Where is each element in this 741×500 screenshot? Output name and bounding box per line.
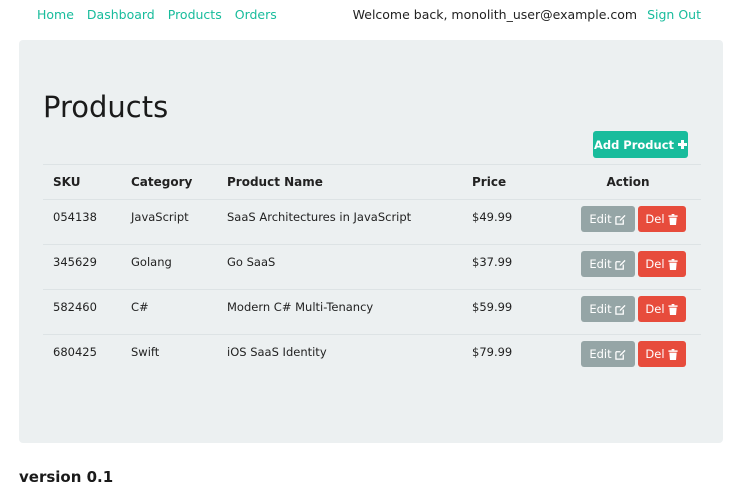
- table-row: 680425 Swift iOS SaaS Identity $79.99 Ed…: [43, 335, 701, 380]
- add-product-button[interactable]: Add Product: [593, 131, 688, 158]
- cell-category: Swift: [131, 345, 160, 359]
- trash-icon: [667, 213, 678, 225]
- edit-label: Edit: [589, 347, 612, 361]
- cell-sku: 582460: [43, 289, 121, 335]
- cell-category: JavaScript: [121, 199, 217, 245]
- version-label: version 0.1: [19, 468, 114, 486]
- products-table: SKU Category Product Name Price Action 0…: [43, 164, 701, 380]
- cell-product-name: SaaS Architectures in JavaScript: [217, 199, 462, 245]
- nav-link-products[interactable]: Products: [168, 7, 222, 22]
- cell-product-name: iOS SaaS Identity: [227, 345, 327, 359]
- header-category: Category: [121, 164, 217, 200]
- header-sku: SKU: [43, 164, 121, 200]
- edit-label: Edit: [589, 212, 612, 226]
- edit-button[interactable]: Edit: [580, 296, 635, 322]
- trash-icon: [667, 258, 678, 270]
- cell-price: $37.99: [462, 244, 555, 290]
- nav-link-dashboard[interactable]: Dashboard: [87, 7, 155, 22]
- table-row: 345629 Golang Go SaaS $37.99 Edit Del: [43, 244, 701, 290]
- edit-icon: [614, 304, 626, 315]
- products-panel: Products Add Product SKU Category Produc…: [19, 40, 723, 443]
- header-product-name: Product Name: [217, 164, 462, 200]
- delete-button[interactable]: Del: [637, 296, 686, 322]
- trash-icon: [667, 303, 678, 315]
- header-action: Action: [555, 164, 701, 200]
- top-navbar: Home Dashboard Products Orders Welcome b…: [0, 0, 741, 28]
- cell-price: $79.99: [472, 345, 513, 359]
- cell-sku: 680425: [53, 345, 97, 359]
- table-row: 582460 C# Modern C# Multi-Tenancy $59.99…: [43, 289, 701, 335]
- trash-icon: [667, 348, 678, 360]
- welcome-text: Welcome back, monolith_user@example.com: [352, 7, 638, 22]
- delete-label: Del: [645, 257, 665, 271]
- cell-product-name: Go SaaS: [217, 244, 462, 290]
- delete-label: Del: [645, 212, 665, 226]
- edit-button[interactable]: Edit: [580, 251, 635, 277]
- cell-price: $59.99: [462, 289, 555, 335]
- cell-action: Edit Del: [555, 199, 701, 245]
- header-price: Price: [462, 164, 555, 200]
- cell-sku: 345629: [43, 244, 121, 290]
- table-header-row: SKU Category Product Name Price Action: [43, 164, 701, 200]
- delete-button[interactable]: Del: [637, 206, 686, 232]
- edit-label: Edit: [589, 257, 612, 271]
- edit-icon: [614, 214, 626, 225]
- cell-action: Edit Del: [555, 244, 701, 290]
- edit-button[interactable]: Edit: [580, 341, 635, 367]
- edit-button[interactable]: Edit: [580, 206, 635, 232]
- page-title: Products: [43, 90, 169, 124]
- edit-icon: [614, 259, 626, 270]
- cell-action: Edit Del: [555, 289, 701, 335]
- nav-links: Home Dashboard Products Orders: [37, 7, 277, 22]
- delete-label: Del: [645, 302, 665, 316]
- add-product-label: Add Product: [593, 137, 675, 152]
- nav-user-area: Welcome back, monolith_user@example.com …: [353, 7, 701, 22]
- cell-sku: 054138: [43, 199, 121, 245]
- cell-category: Golang: [121, 244, 217, 290]
- cell-category: C#: [121, 289, 217, 335]
- table-row: 054138 JavaScript SaaS Architectures in …: [43, 199, 701, 245]
- cell-product-name: Modern C# Multi-Tenancy: [217, 289, 462, 335]
- edit-icon: [614, 349, 626, 360]
- edit-label: Edit: [589, 302, 612, 316]
- plus-icon: [678, 140, 688, 149]
- delete-button[interactable]: Del: [637, 251, 686, 277]
- nav-link-home[interactable]: Home: [37, 7, 74, 22]
- cell-action: Edit Del: [555, 335, 701, 380]
- cell-price: $49.99: [462, 199, 555, 245]
- sign-out-link[interactable]: Sign Out: [647, 7, 701, 22]
- delete-label: Del: [645, 347, 665, 361]
- nav-link-orders[interactable]: Orders: [235, 7, 277, 22]
- delete-button[interactable]: Del: [637, 341, 686, 367]
